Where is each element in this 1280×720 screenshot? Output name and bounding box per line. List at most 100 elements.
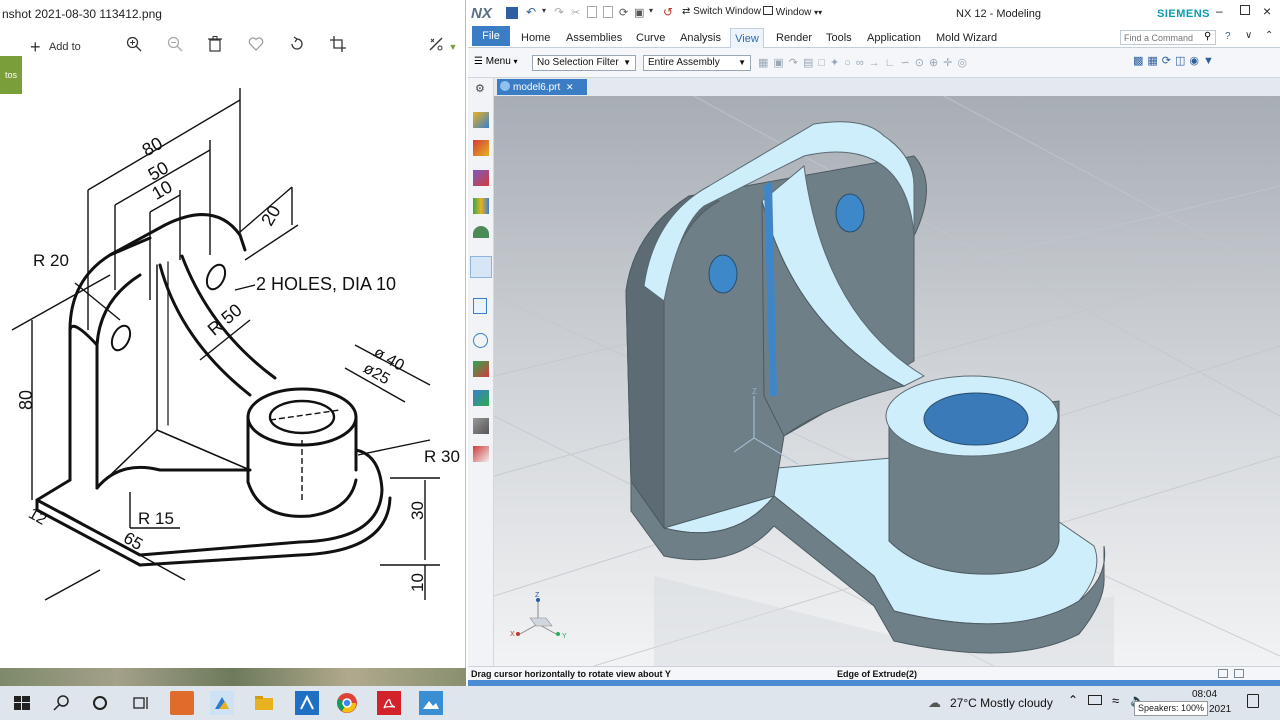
menu-button[interactable]: ☰ Menu ▾ <box>474 56 518 67</box>
windows-taskbar: ☁ 27°C Mostly cloudy ⌃ ≈ 🔈 08:04 2021 <box>0 686 1280 720</box>
favorite-heart-icon[interactable] <box>246 36 266 58</box>
part-file-icon <box>500 81 510 91</box>
part-navigator-icon[interactable] <box>473 170 489 186</box>
add-to-button[interactable]: + Add to <box>30 36 90 58</box>
history-palette-icon[interactable] <box>473 298 487 314</box>
notification-center-icon[interactable] <box>1247 694 1259 708</box>
undo-icon[interactable]: ↶ <box>526 5 536 19</box>
undo-dropdown-icon[interactable]: ▾ <box>542 6 546 15</box>
maximize-button[interactable] <box>1240 5 1250 15</box>
edit-create-button[interactable]: ▼ <box>428 36 462 58</box>
assembly-scope-dropdown[interactable]: Entire Assembly ▼ <box>643 55 751 71</box>
redo-icon[interactable]: ↷ <box>554 5 564 19</box>
wifi-icon[interactable]: ≈ <box>1112 693 1119 708</box>
tab-view[interactable]: View <box>730 28 764 48</box>
app-icon-photos[interactable] <box>210 691 234 715</box>
photos-app-icon[interactable] <box>419 691 443 715</box>
chrome-icon[interactable] <box>335 691 359 715</box>
rotate-icon[interactable] <box>287 36 307 58</box>
system-scenes-icon[interactable] <box>473 446 489 462</box>
nx-title-bar: NX ↶ ▾ ↷ ✂ ⟳ ▣ ▾ ↺ ⇄ Switch Window Windo… <box>468 0 1280 28</box>
weather-cloud-icon: ☁ <box>928 695 941 710</box>
close-button[interactable]: × <box>1263 3 1271 19</box>
history-icon[interactable]: ↺ <box>663 5 673 19</box>
weather-text[interactable]: 27°C Mostly cloudy <box>950 696 1053 710</box>
nx-window-title: NX 12 - Modeling <box>956 8 1041 20</box>
document-tab-bar: model6.prt ✕ <box>494 78 1280 96</box>
web-browser-icon[interactable] <box>470 256 492 278</box>
close-tab-icon[interactable]: ✕ <box>566 82 574 92</box>
save-icon[interactable] <box>506 7 518 19</box>
app-icon-orange[interactable] <box>170 691 194 715</box>
manufacturing-wizard-icon[interactable] <box>473 390 489 406</box>
snap-point-icons[interactable]: ▦▣↷▤□✦○∞→∟∽⊙⊕✛◎ <box>758 56 1088 70</box>
tab-mold-wizard[interactable]: Mold Wizard <box>936 28 997 48</box>
minimize-button[interactable]: – <box>1216 4 1223 18</box>
switch-window-label: Switch Window <box>693 6 761 17</box>
chevron-down-icon: ▼ <box>623 58 631 67</box>
gear-icon[interactable]: ⚙ <box>475 82 485 95</box>
selection-filter-dropdown[interactable]: No Selection Filter ▼ <box>532 55 636 71</box>
dim-20: 20 <box>257 202 284 229</box>
view-triad-icon: Z X Y <box>510 592 567 640</box>
add-to-label: Add to <box>48 41 81 53</box>
crop-icon[interactable] <box>328 36 348 58</box>
speakers-tooltip: Speakers: 100% <box>1134 701 1208 716</box>
dim-65: 65 <box>120 528 146 554</box>
tab-application[interactable]: Application <box>867 28 921 48</box>
file-tab[interactable]: File <box>472 26 510 46</box>
clock-time[interactable]: 08:04 <box>1192 689 1217 700</box>
process-studio-icon[interactable] <box>473 361 489 377</box>
paste-icon[interactable] <box>603 6 613 18</box>
app-icon-blue[interactable] <box>295 691 319 715</box>
full-screen-icon[interactable] <box>1218 669 1228 678</box>
switch-window-button[interactable]: ⇄ Switch Window <box>682 6 761 17</box>
3d-bracket-model: Z Z X Y <box>494 96 1280 666</box>
window-menu-button[interactable]: Window ▾▾ <box>763 6 822 18</box>
clock-date[interactable]: 2021 <box>1209 704 1231 715</box>
tray-app-icon[interactable] <box>1088 695 1102 705</box>
view-list-icon[interactable] <box>1234 669 1244 678</box>
find-command-input[interactable] <box>1120 30 1216 45</box>
tab-home[interactable]: Home <box>521 28 550 48</box>
quick-access-dropdown-icon[interactable]: ▾ <box>649 6 653 15</box>
tab-analysis[interactable]: Analysis <box>680 28 721 48</box>
constraint-navigator-icon[interactable] <box>473 140 489 156</box>
assembly-navigator-icon[interactable] <box>473 112 489 128</box>
tab-curve[interactable]: Curve <box>636 28 665 48</box>
ribbon-options-icon[interactable]: ∨ <box>1245 30 1252 41</box>
hd3d-tools-icon[interactable] <box>473 226 489 238</box>
doc-tab-model6[interactable]: model6.prt ✕ <box>497 79 587 95</box>
tab-render[interactable]: Render <box>776 28 812 48</box>
zoom-in-icon[interactable] <box>124 36 144 58</box>
task-view-icon[interactable] <box>128 691 152 715</box>
search-icon[interactable] <box>50 691 74 715</box>
tray-chevron-up-icon[interactable]: ⌃ <box>1068 693 1078 707</box>
roles-icon[interactable] <box>473 418 489 434</box>
reuse-library-icon[interactable] <box>473 198 489 214</box>
svg-text:Z: Z <box>535 592 540 599</box>
cortana-icon[interactable] <box>88 691 112 715</box>
repeat-command-icon[interactable]: ⟳ <box>619 6 628 19</box>
tab-assemblies[interactable]: Assemblies <box>566 28 622 48</box>
collapse-ribbon-icon[interactable]: ⌃ <box>1265 30 1273 41</box>
view-display-icons[interactable]: ▩▦⟳◫◉▼ <box>1133 54 1273 72</box>
tab-tools[interactable]: Tools <box>826 28 852 48</box>
delete-icon[interactable] <box>205 36 225 58</box>
acrobat-icon[interactable] <box>377 691 401 715</box>
graphics-window[interactable]: Z Z X Y <box>494 96 1280 666</box>
file-explorer-icon[interactable] <box>252 691 276 715</box>
copy-icon[interactable] <box>587 6 597 18</box>
plus-icon: + <box>30 37 41 57</box>
dim-2-holes: 2 HOLES, DIA 10 <box>256 274 396 294</box>
touch-mode-icon[interactable]: ▣ <box>634 6 644 19</box>
desktop-wallpaper-strip <box>0 668 466 686</box>
zoom-out-icon[interactable] <box>165 36 185 58</box>
svg-text:X: X <box>510 631 515 638</box>
clock-icon[interactable] <box>473 333 488 348</box>
photos-window-title: nshot 2021-08-30 113412.png <box>2 7 162 21</box>
help-icon[interactable]: ? <box>1225 31 1231 42</box>
assembly-scope-value: Entire Assembly <box>648 57 720 68</box>
cut-icon[interactable]: ✂ <box>571 6 580 19</box>
windows-start-icon[interactable] <box>10 691 34 715</box>
